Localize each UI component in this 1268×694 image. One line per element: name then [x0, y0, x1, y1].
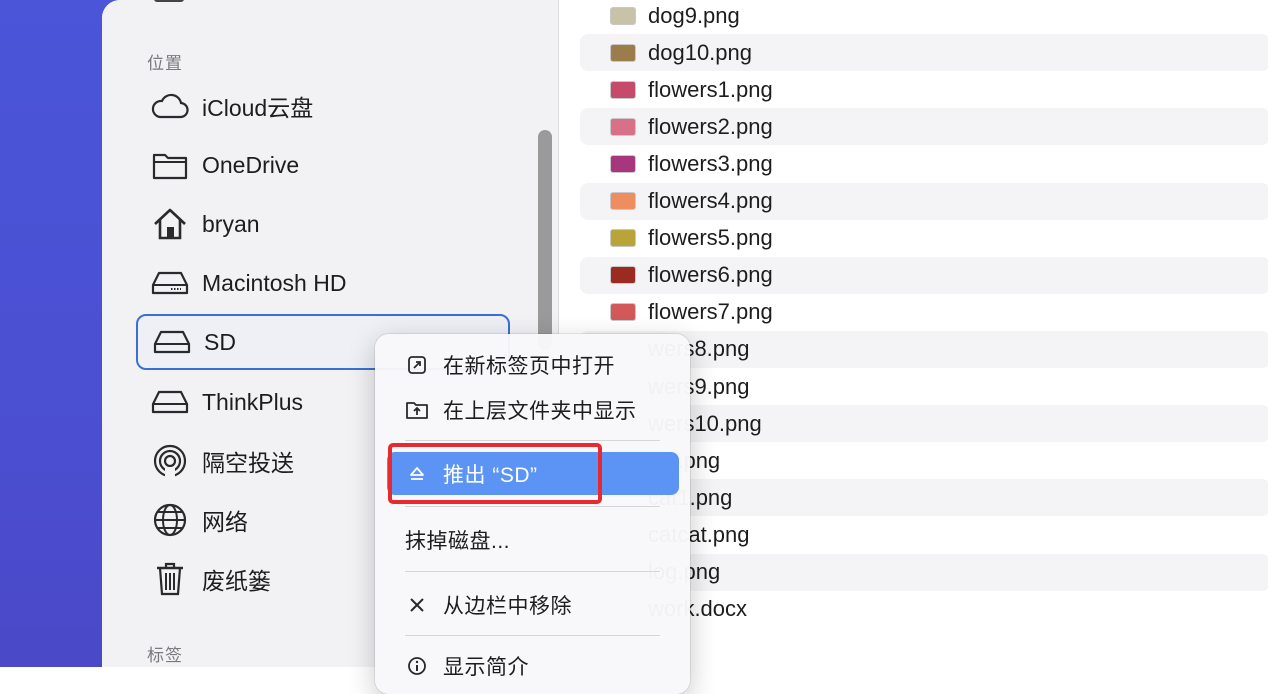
external-drive-icon: [152, 322, 192, 362]
menu-separator: [405, 571, 660, 572]
file-name: flowers3.png: [648, 150, 773, 176]
menu-separator: [405, 440, 660, 441]
partial-sidebar-icon: [154, 0, 184, 2]
eject-icon: [405, 462, 429, 486]
show-in-enclosing-folder-icon: [405, 398, 429, 422]
context-menu: 在新标签页中打开 在上层文件夹中显示 推出 “SD” 抹掉磁盘... 从边栏中移…: [375, 334, 690, 694]
sidebar-item-home[interactable]: bryan: [136, 196, 510, 252]
file-name: flowers7.png: [648, 299, 773, 325]
info-icon: [405, 654, 429, 678]
sidebar-item-label: iCloud云盘: [202, 95, 314, 121]
file-thumbnail-icon: [610, 266, 636, 285]
file-row[interactable]: flowers2.png: [580, 108, 1268, 146]
external-drive-icon: [150, 382, 190, 422]
menu-item-show-in-enclosing-folder[interactable]: 在上层文件夹中显示: [387, 390, 679, 430]
file-thumbnail-icon: [610, 80, 636, 99]
sidebar-item-label: bryan: [202, 210, 260, 237]
menu-item-remove-from-sidebar[interactable]: 从边栏中移除: [387, 585, 679, 625]
file-name: flowers4.png: [648, 188, 773, 213]
file-name: flowers5.png: [648, 225, 773, 251]
menu-item-get-info[interactable]: 显示简介: [387, 646, 679, 686]
menu-item-open-in-new-tab[interactable]: 在新标签页中打开: [387, 345, 679, 385]
internal-drive-icon: [150, 263, 190, 303]
sidebar-item-label: ThinkPlus: [202, 388, 303, 415]
file-row[interactable]: flowers5.png: [580, 220, 1268, 257]
sidebar-item-label: 废纸篓: [202, 568, 271, 594]
file-row[interactable]: dog10.png: [580, 34, 1268, 72]
file-row[interactable]: flowers3.png: [580, 145, 1268, 182]
sidebar-item-label: OneDrive: [202, 151, 300, 178]
sidebar-item-icloud[interactable]: iCloud云盘: [136, 78, 510, 134]
file-thumbnail-icon: [610, 303, 636, 322]
file-name: flowers2.png: [648, 113, 773, 139]
file-name: dog9.png: [648, 2, 740, 28]
sidebar-scrollbar-thumb[interactable]: [538, 130, 552, 350]
file-name: flowers6.png: [648, 262, 773, 288]
file-row[interactable]: flowers7.png: [580, 294, 1268, 331]
file-row[interactable]: flowers6.png: [580, 256, 1268, 294]
file-row[interactable]: flowers4.png: [580, 182, 1268, 220]
menu-separator: [405, 506, 660, 507]
globe-icon: [150, 500, 190, 540]
sidebar-item-label: 隔空投送: [202, 450, 294, 476]
section-header-locations: 位置: [147, 54, 183, 73]
cloud-icon: [150, 86, 190, 126]
menu-item-erase-disk[interactable]: 抹掉磁盘...: [387, 520, 679, 560]
menu-item-label: 显示简介: [443, 656, 529, 679]
file-thumbnail-icon: [610, 192, 636, 210]
open-in-new-tab-icon: [405, 353, 429, 377]
file-thumbnail-icon: [610, 229, 636, 248]
sidebar-item-onedrive[interactable]: OneDrive: [136, 137, 510, 193]
folder-icon: [150, 145, 190, 185]
trash-icon: [150, 559, 190, 599]
file-thumbnail-icon: [610, 43, 636, 62]
sidebar-item-macintosh-hd[interactable]: Macintosh HD: [136, 255, 510, 311]
sidebar-item-label: Macintosh HD: [202, 269, 347, 296]
section-header-tags: 标签: [147, 646, 183, 665]
file-thumbnail-icon: [610, 154, 636, 173]
menu-item-label: 在上层文件夹中显示: [443, 400, 637, 423]
menu-item-label: 推出 “SD”: [443, 463, 538, 487]
menu-item-eject[interactable]: 推出 “SD”: [387, 452, 679, 495]
home-icon: [150, 204, 190, 244]
airdrop-icon: [150, 441, 190, 481]
file-row[interactable]: flowers1.png: [580, 71, 1268, 108]
menu-item-label: 在新标签页中打开: [443, 355, 615, 378]
sidebar-item-label: SD: [204, 328, 236, 355]
remove-x-icon: [405, 593, 429, 617]
file-row[interactable]: dog9.png: [580, 0, 1268, 34]
menu-item-label: 从边栏中移除: [443, 595, 572, 618]
menu-item-label: 抹掉磁盘...: [405, 530, 511, 553]
menu-separator: [405, 635, 660, 636]
file-name: flowers1.png: [648, 76, 773, 102]
file-thumbnail-icon: [610, 6, 636, 25]
file-name: dog10.png: [648, 39, 752, 65]
file-thumbnail-icon: [610, 117, 636, 136]
sidebar-item-label: 网络: [202, 509, 248, 535]
